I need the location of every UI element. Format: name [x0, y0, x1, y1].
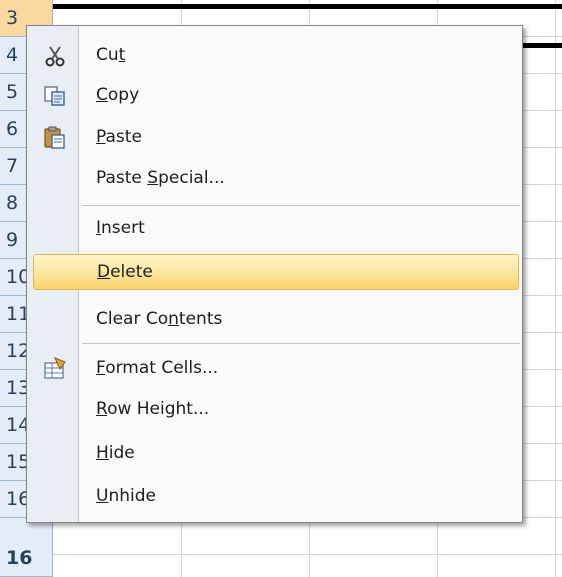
menu-item-label: Copy — [96, 85, 140, 105]
gridline — [555, 0, 556, 577]
menu-item-label: Clear Contents — [96, 309, 223, 329]
menu-separator — [82, 205, 520, 206]
format-cells-icon — [43, 357, 67, 381]
menu-item-unhide[interactable]: Unhide — [30, 479, 519, 515]
row-header[interactable]: 16 — [0, 540, 52, 577]
menu-item-paste[interactable]: Paste — [30, 120, 519, 156]
copy-icon — [43, 84, 67, 108]
scissors-icon — [43, 44, 67, 68]
menu-item-clear-contents[interactable]: Clear Contents — [30, 302, 519, 338]
menu-item-label: Delete — [97, 262, 153, 282]
context-menu: Cut Copy Paste Paste Special... Insert D… — [26, 25, 523, 523]
gridline — [52, 554, 562, 555]
menu-item-label: Hide — [96, 443, 135, 463]
menu-item-delete[interactable]: Delete — [33, 254, 519, 290]
paste-icon — [43, 126, 67, 150]
menu-item-label: Cut — [96, 45, 126, 65]
menu-item-row-height[interactable]: Row Height... — [30, 392, 519, 428]
menu-item-label: Format Cells... — [96, 358, 219, 378]
menu-item-copy[interactable]: Copy — [30, 78, 519, 114]
menu-separator — [82, 343, 520, 344]
menu-item-hide[interactable]: Hide — [30, 436, 519, 472]
menu-item-label: Paste — [96, 127, 142, 147]
menu-item-cut[interactable]: Cut — [30, 38, 519, 74]
menu-item-label: Insert — [96, 218, 145, 238]
menu-item-paste-special[interactable]: Paste Special... — [30, 161, 519, 197]
menu-item-insert[interactable]: Insert — [30, 211, 519, 247]
menu-item-label: Unhide — [96, 486, 156, 506]
menu-item-label: Paste Special... — [96, 168, 225, 188]
menu-item-format-cells[interactable]: Format Cells... — [30, 351, 519, 387]
menu-item-label: Row Height... — [96, 399, 210, 419]
